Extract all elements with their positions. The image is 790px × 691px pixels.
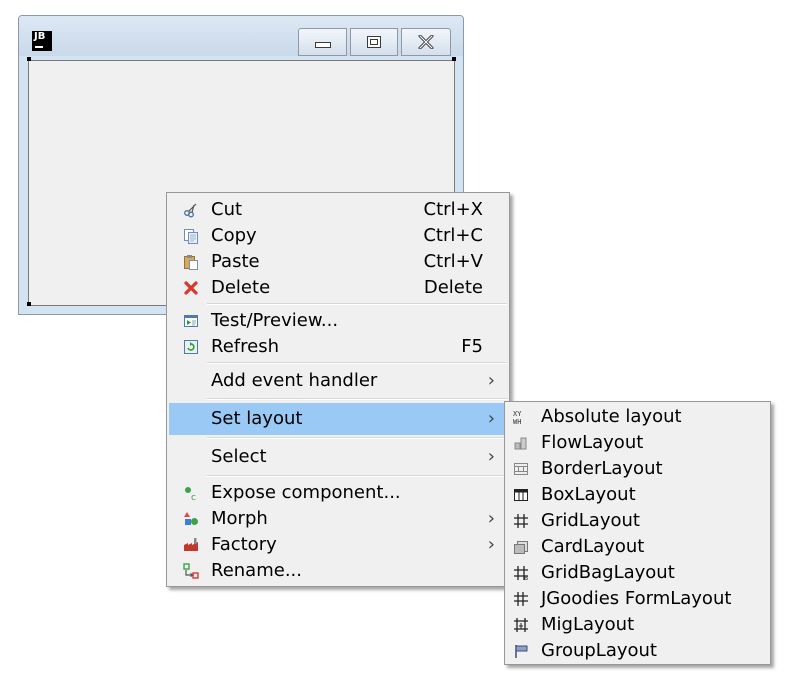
menu-item-label: Factory (211, 534, 277, 555)
scissors-icon (183, 202, 199, 218)
menu-item-label: Set layout (211, 408, 303, 429)
chevron-right-icon: › (487, 534, 495, 555)
minimize-icon (314, 42, 331, 48)
menu-item-label: Refresh (211, 336, 279, 357)
submenu-item-label: Absolute layout (541, 406, 682, 427)
submenu-item-borderlayout[interactable]: BorderLayout (507, 456, 768, 482)
menu-separator (207, 362, 507, 364)
delete-icon (183, 280, 199, 296)
close-button[interactable] (401, 28, 451, 56)
resize-handle-top-right[interactable] (452, 57, 456, 61)
submenu-item-gridbaglayout[interactable]: B GridBagLayout (507, 560, 768, 586)
morph-icon (183, 511, 199, 527)
menu-separator (207, 475, 507, 477)
refresh-icon (183, 339, 199, 355)
resize-handle-bottom-left[interactable] (27, 302, 31, 306)
svg-text:c: c (191, 493, 196, 501)
menu-item-cut[interactable]: Cut Ctrl+X (169, 197, 507, 223)
menu-item-paste[interactable]: Paste Ctrl+V (169, 249, 507, 275)
menu-item-label: Copy (211, 225, 257, 246)
jb-logo-icon: JB (32, 31, 52, 51)
paste-icon (183, 254, 199, 270)
menu-item-label: Add event handler (211, 370, 378, 391)
preview-icon (183, 313, 199, 329)
submenu-item-boxlayout[interactable]: BoxLayout (507, 482, 768, 508)
group-layout-icon (513, 643, 529, 659)
menu-item-select[interactable]: Select › (169, 444, 507, 470)
submenu-item-label: BoxLayout (541, 484, 636, 505)
menu-item-label: Cut (211, 199, 243, 220)
chevron-right-icon: › (487, 508, 495, 529)
menu-item-delete[interactable]: Delete Delete (169, 275, 507, 301)
gridbag-layout-icon: B (513, 565, 529, 581)
submenu-item-absolute-layout[interactable]: XY WH Absolute layout (507, 404, 768, 430)
submenu-item-label: BorderLayout (541, 458, 663, 479)
svg-text:XY: XY (513, 410, 522, 418)
menu-separator (207, 398, 507, 400)
submenu-item-gridlayout[interactable]: GridLayout (507, 508, 768, 534)
menu-item-rename[interactable]: Rename... (169, 558, 507, 584)
submenu-item-label: CardLayout (541, 536, 645, 557)
menu-item-add-event-handler[interactable]: Add event handler › (169, 368, 507, 394)
box-layout-icon (513, 487, 529, 503)
resize-handle-top-left[interactable] (27, 57, 31, 61)
menu-item-set-layout[interactable]: Set layout › (169, 403, 507, 435)
menu-item-label: Delete (211, 277, 271, 298)
submenu-item-miglayout[interactable]: MigLayout (507, 612, 768, 638)
menu-item-label: Paste (211, 251, 260, 272)
chevron-right-icon: › (487, 408, 495, 429)
submenu-item-label: MigLayout (541, 614, 635, 635)
submenu-item-label: GridBagLayout (541, 562, 675, 583)
menu-item-shortcut: Ctrl+X (423, 199, 483, 220)
chevron-right-icon: › (487, 370, 495, 391)
submenu-item-jgoodies-formlayout[interactable]: JGoodies FormLayout (507, 586, 768, 612)
context-menu: Cut Ctrl+X Copy Ctrl+C Paste Ctrl+V Dele… (166, 192, 510, 587)
chevron-right-icon: › (487, 446, 495, 467)
copy-icon (183, 228, 199, 244)
submenu-item-label: GroupLayout (541, 640, 657, 661)
menu-item-factory[interactable]: Factory › (169, 532, 507, 558)
border-layout-icon (513, 461, 529, 477)
menu-item-shortcut: F5 (461, 336, 483, 357)
form-layout-icon (513, 591, 529, 607)
menu-item-shortcut: Ctrl+V (423, 251, 483, 272)
close-icon (418, 35, 434, 49)
submenu-item-label: JGoodies FormLayout (541, 588, 732, 609)
submenu-item-flowlayout[interactable]: FlowLayout (507, 430, 768, 456)
menu-item-label: Rename... (211, 560, 302, 581)
minimize-button[interactable] (298, 28, 347, 56)
menu-item-label: Expose component... (211, 482, 401, 503)
absolute-layout-icon: XY WH (513, 409, 529, 425)
rename-icon (183, 563, 199, 579)
submenu-item-cardlayout[interactable]: CardLayout (507, 534, 768, 560)
mig-layout-icon (513, 617, 529, 633)
menu-item-test-preview[interactable]: Test/Preview... (169, 308, 507, 334)
submenu-item-label: FlowLayout (541, 432, 644, 453)
menu-item-shortcut: Ctrl+C (423, 225, 483, 246)
maximize-button[interactable] (350, 28, 398, 56)
submenu-item-grouplayout[interactable]: GroupLayout (507, 638, 768, 664)
layout-submenu: XY WH Absolute layout FlowLayout BorderLa… (504, 401, 771, 665)
factory-icon (183, 537, 199, 553)
menu-separator (207, 303, 507, 305)
svg-text:WH: WH (513, 418, 521, 425)
menu-item-expose-component[interactable]: c Expose component... (169, 480, 507, 506)
menu-item-refresh[interactable]: Refresh F5 (169, 334, 507, 360)
svg-text:B: B (524, 575, 528, 581)
card-layout-icon (513, 539, 529, 555)
menu-separator (207, 437, 507, 439)
menu-item-label: Test/Preview... (211, 310, 339, 331)
grid-layout-icon (513, 513, 529, 529)
menu-item-morph[interactable]: Morph › (169, 506, 507, 532)
menu-item-copy[interactable]: Copy Ctrl+C (169, 223, 507, 249)
window-titlebar[interactable]: JB (19, 16, 463, 56)
menu-item-label: Morph (211, 508, 268, 529)
menu-item-shortcut: Delete (423, 277, 483, 298)
expose-component-icon: c (183, 485, 199, 501)
menu-item-label: Select (211, 446, 267, 467)
submenu-item-label: GridLayout (541, 510, 640, 531)
flow-layout-icon (513, 435, 529, 451)
maximize-icon (367, 36, 381, 48)
